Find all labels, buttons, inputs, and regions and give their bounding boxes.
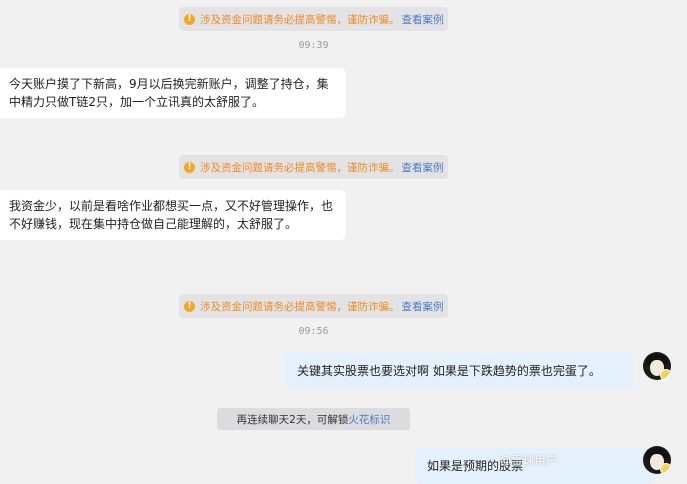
warning-icon: ! [184, 161, 195, 173]
message-text: 今天账户摸了下新高，9月以后换完新账户，调整了持仓，集中精力只做T链2只，加一个… [9, 77, 329, 109]
user-avatar[interactable] [643, 352, 671, 380]
message-text: 关键其实股票也要选对啊 如果是下跌趋势的票也完蛋了。 [297, 363, 601, 378]
fraud-warning-text: 涉及资金问题请务必提高警惕，谨防诈骗。 [200, 13, 400, 26]
view-cases-link[interactable]: 查看案例 [402, 12, 444, 27]
outgoing-message: 关键其实股票也要选对啊 如果是下跌趋势的票也完蛋了。 [285, 352, 633, 389]
spark-badge-link[interactable]: 火花标识 [348, 412, 390, 427]
user-avatar[interactable] [643, 446, 671, 474]
fraud-warning-notice: ! 涉及资金问题请务必提高警惕，谨防诈骗。 查看案例 [179, 7, 448, 31]
timestamp: 09:56 [298, 326, 329, 337]
timestamp: 09:39 [298, 40, 329, 51]
message-text: 我资金少，以前是看啥作业都想买一点，又不好管理操作，也不好赚钱，现在集中持仓做自… [9, 199, 334, 231]
spark-unlock-tip: 再连续聊天2天，可解锁 火花标识 [217, 408, 410, 430]
incoming-message: 我资金少，以前是看啥作业都想买一点，又不好管理操作，也不好赚钱，现在集中持仓做自… [0, 190, 346, 240]
incoming-message: 今天账户摸了下新高，9月以后换完新账户，调整了持仓，集中精力只做T链2只，加一个… [0, 68, 346, 118]
warning-icon: ! [184, 13, 195, 25]
view-cases-link[interactable]: 查看案例 [402, 299, 444, 314]
view-cases-link[interactable]: 查看案例 [402, 160, 444, 175]
fraud-warning-text: 涉及资金问题请务必提高警惕，谨防诈骗。 [200, 300, 400, 313]
warning-icon: ! [184, 300, 195, 312]
fraud-warning-text: 涉及资金问题请务必提高警惕，谨防诈骗。 [200, 161, 400, 174]
watermark: @雪球用户 [500, 454, 558, 467]
fraud-warning-notice: ! 涉及资金问题请务必提高警惕，谨防诈骗。 查看案例 [179, 155, 448, 179]
spark-tip-text: 再连续聊天2天，可解锁 [236, 413, 349, 426]
fraud-warning-notice: ! 涉及资金问题请务必提高警惕，谨防诈骗。 查看案例 [179, 294, 448, 318]
